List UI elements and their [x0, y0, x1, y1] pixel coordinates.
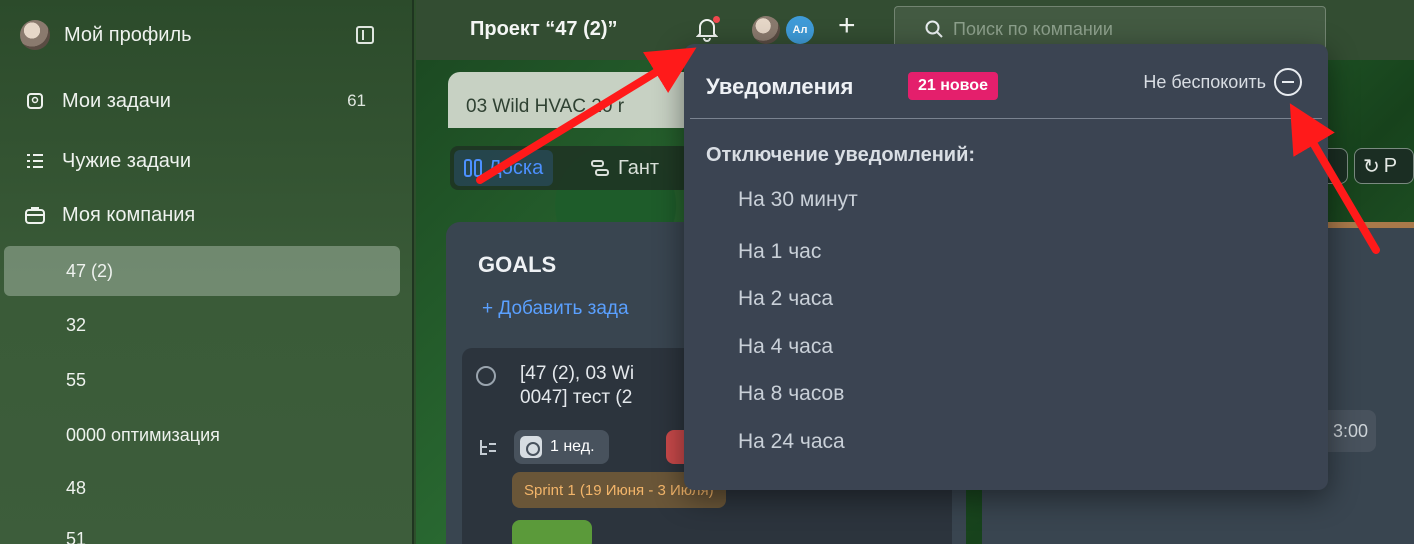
view-board-button[interactable]: Доска — [454, 150, 554, 186]
view-gantt-button[interactable]: Гант — [590, 150, 659, 186]
notifications-panel: Уведомления 21 новое Не беспокоить Отклю… — [684, 44, 1328, 490]
project-title: Проект “47 (2)” — [470, 18, 618, 40]
sidebar-project-47-2[interactable]: 47 (2) — [4, 246, 400, 296]
mute-option-1h[interactable]: На 1 час — [738, 240, 821, 264]
refresh-icon: ↻ — [1363, 155, 1380, 178]
view-gantt-label: Гант — [618, 156, 660, 179]
bell-icon[interactable] — [695, 16, 720, 42]
do-not-disturb-button[interactable]: Не беспокоить — [1143, 68, 1302, 96]
project-label: 0000 оптимизация — [66, 424, 220, 445]
sidebar-project-51[interactable]: 51 — [0, 514, 400, 544]
board-tab[interactable]: 03 Wild HVAC,20 r — [448, 72, 698, 128]
refresh-label: Р — [1383, 154, 1398, 177]
project-label: 48 — [66, 477, 87, 498]
sidebar-item-others-tasks[interactable]: Чужие задачи — [0, 136, 400, 186]
minus-circle-icon — [1274, 68, 1302, 96]
sidebar-profile[interactable]: Мой профиль — [0, 10, 400, 60]
sidebar-item-my-company[interactable]: Моя компания — [0, 190, 400, 240]
view-switcher: Доска Гант — [450, 146, 690, 190]
view-board-label: Доска — [488, 156, 544, 179]
status-chip[interactable] — [512, 520, 592, 544]
task-list-icon — [24, 90, 46, 112]
timer-icon — [520, 436, 542, 458]
add-member-button[interactable]: + — [838, 10, 856, 42]
dnd-label: Не беспокоить — [1143, 71, 1266, 92]
time-chip[interactable]: 3:00 — [1320, 410, 1376, 452]
mute-option-2h[interactable]: На 2 часа — [738, 287, 833, 311]
profile-avatar — [20, 20, 50, 50]
notifications-title: Уведомления — [706, 74, 854, 99]
refresh-button[interactable]: ↻ Р — [1354, 148, 1414, 184]
sidebar-project-0000[interactable]: 0000 оптимизация — [0, 410, 400, 460]
divider — [690, 118, 1322, 119]
sidebar-project-32[interactable]: 32 — [0, 300, 400, 350]
sidebar-item-label: Чужие задачи — [62, 149, 192, 172]
mute-heading: Отключение уведомлений: — [706, 144, 976, 166]
task-check-icon[interactable] — [476, 366, 496, 386]
search-icon — [925, 20, 943, 38]
estimate-label: 1 нед. — [550, 438, 595, 455]
member-avatar[interactable]: Ал — [786, 16, 814, 44]
profile-label: Мой профиль — [64, 23, 192, 46]
project-label: 32 — [66, 314, 87, 335]
mute-option-24h[interactable]: На 24 часа — [738, 430, 845, 454]
sidebar-item-my-tasks[interactable]: Мои задачи 61 — [0, 76, 400, 126]
sidebar-project-48[interactable]: 48 — [0, 463, 400, 513]
briefcase-icon — [24, 204, 46, 226]
sidebar: Мой профиль Мои задачи 61 Чужие задачи М… — [0, 0, 414, 544]
search-input[interactable] — [953, 15, 1313, 43]
board-tools: ↻ Р — [1318, 142, 1414, 186]
sidebar-item-label: Мои задачи — [62, 89, 171, 112]
mute-option-8h[interactable]: На 8 часов — [738, 382, 844, 406]
project-label: 47 (2) — [66, 260, 114, 281]
gantt-icon — [591, 160, 609, 176]
sidebar-item-label: Моя компания — [62, 203, 196, 226]
list-icon — [24, 150, 46, 172]
new-count-badge: 21 новое — [908, 72, 998, 100]
project-label: 51 — [66, 528, 87, 544]
user-avatar[interactable] — [752, 16, 780, 44]
project-label: 55 — [66, 369, 87, 390]
add-task-button[interactable]: + Добавить зада — [482, 298, 629, 320]
board-icon — [464, 159, 482, 177]
task-count: 61 — [347, 91, 366, 110]
estimate-chip[interactable]: 1 нед. — [514, 430, 609, 464]
collapse-sidebar-icon[interactable] — [356, 26, 374, 44]
subtask-icon — [480, 440, 496, 455]
mute-option-30min[interactable]: На 30 минут — [738, 188, 858, 212]
mute-option-4h[interactable]: На 4 часа — [738, 335, 833, 359]
sidebar-project-55[interactable]: 55 — [0, 355, 400, 405]
column-title: GOALS — [478, 252, 557, 277]
unread-dot — [713, 16, 720, 23]
